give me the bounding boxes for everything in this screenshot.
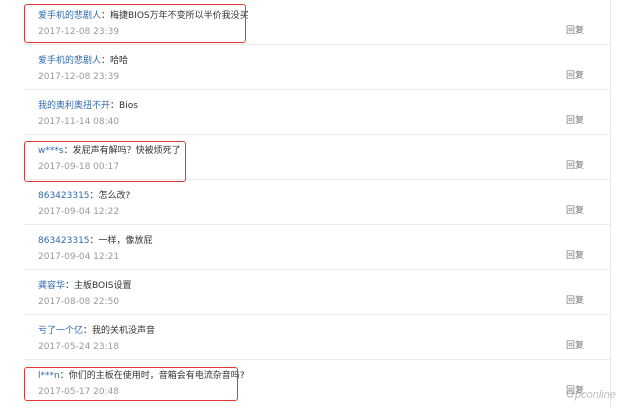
comment-text: ：梅捷BIOS万年不变所以半价我没买: [101, 11, 249, 21]
comment-date: 2017-09-18 00:17: [38, 162, 120, 172]
reply-button[interactable]: 回复: [566, 295, 584, 307]
comment-item: 863423315：一样，像放屁 2017-09-04 12:21 回复: [24, 225, 610, 270]
comment-item: 863423315：怎么改? 2017-09-04 12:22 回复: [24, 180, 610, 225]
pconline-watermark: pconline: [566, 389, 616, 401]
watermark-text: pconline: [574, 389, 616, 401]
reply-button[interactable]: 回复: [566, 250, 584, 262]
reply-button[interactable]: 回复: [566, 160, 584, 172]
comment-date: 2017-08-08 22:50: [38, 297, 120, 307]
comment-text: ：我的关机没声音: [83, 326, 156, 336]
comment-date: 2017-12-08 23:39: [38, 72, 120, 82]
comment-line: 爱手机的悲剧人：哈哈: [38, 55, 128, 67]
comment-item: w***s：发屁声有解吗？快被烦死了 2017-09-18 00:17 回复: [24, 135, 610, 180]
comment-line: 863423315：一样，像放屁: [38, 235, 153, 247]
comment-text: ：Bios: [110, 101, 138, 111]
reply-button[interactable]: 回复: [566, 205, 584, 217]
comment-list: 爱手机的悲剧人：梅捷BIOS万年不变所以半价我没买 2017-12-08 23:…: [24, 0, 611, 408]
comment-item: 爱手机的悲剧人：哈哈 2017-12-08 23:39 回复: [24, 45, 610, 90]
comment-screenshot: 爱手机的悲剧人：梅捷BIOS万年不变所以半价我没买 2017-12-08 23:…: [0, 0, 640, 408]
comment-user-link[interactable]: 我的奥利奥扭不开: [38, 101, 110, 111]
comment-line: l***n：你们的主板在使用时，音箱会有电流杂音吗?: [38, 370, 245, 382]
comment-user-link[interactable]: 爱手机的悲剧人: [38, 11, 101, 21]
comment-text: ：哈哈: [101, 56, 129, 66]
comment-date: 2017-05-24 23:18: [38, 342, 120, 352]
comment-line: 863423315：怎么改?: [38, 190, 130, 202]
comment-date: 2017-09-04 12:22: [38, 207, 120, 217]
comment-line: 我的奥利奥扭不开：Bios: [38, 100, 138, 112]
comment-user-link[interactable]: 龚容华: [38, 281, 65, 291]
reply-button[interactable]: 回复: [566, 115, 584, 127]
comment-user-link[interactable]: 863423315: [38, 191, 90, 201]
comment-item: 爱手机的悲剧人：梅捷BIOS万年不变所以半价我没买 2017-12-08 23:…: [24, 0, 610, 45]
comment-line: 爱手机的悲剧人：梅捷BIOS万年不变所以半价我没买: [38, 10, 249, 22]
comment-text: ：你们的主板在使用时，音箱会有电流杂音吗?: [59, 371, 245, 381]
comment-text: ：一样，像放屁: [89, 236, 153, 246]
reply-button[interactable]: 回复: [566, 70, 584, 82]
comment-text: ：主板BOIS设置: [65, 281, 132, 291]
reply-button[interactable]: 回复: [566, 25, 584, 37]
comment-date: 2017-12-08 23:39: [38, 27, 120, 37]
comment-text: ：发屁声有解吗？快被烦死了: [63, 146, 181, 156]
comment-item: 龚容华：主板BOIS设置 2017-08-08 22:50 回复: [24, 270, 610, 315]
comment-line: w***s：发屁声有解吗？快被烦死了: [38, 145, 181, 157]
comment-date: 2017-09-04 12:21: [38, 252, 120, 262]
comment-text: ：怎么改?: [89, 191, 131, 201]
comment-user-link[interactable]: 爱手机的悲剧人: [38, 56, 101, 66]
comment-user-link[interactable]: 亏了一个亿: [38, 326, 83, 336]
comment-user-link[interactable]: w***s: [38, 146, 64, 156]
comment-item: l***n：你们的主板在使用时，音箱会有电流杂音吗? 2017-05-17 20…: [24, 360, 610, 405]
comment-line: 龚容华：主板BOIS设置: [38, 280, 131, 292]
comment-item: 亏了一个亿：我的关机没声音 2017-05-24 23:18 回复: [24, 315, 610, 360]
reply-button[interactable]: 回复: [566, 340, 584, 352]
comment-line: 亏了一个亿：我的关机没声音: [38, 325, 155, 337]
comment-date: 2017-11-14 08:40: [38, 117, 120, 127]
comment-user-link[interactable]: l***n: [38, 371, 60, 381]
comment-date: 2017-05-17 20:48: [38, 387, 120, 397]
comment-user-link[interactable]: 863423315: [38, 236, 90, 246]
comment-item: 我的奥利奥扭不开：Bios 2017-11-14 08:40 回复: [24, 90, 610, 135]
